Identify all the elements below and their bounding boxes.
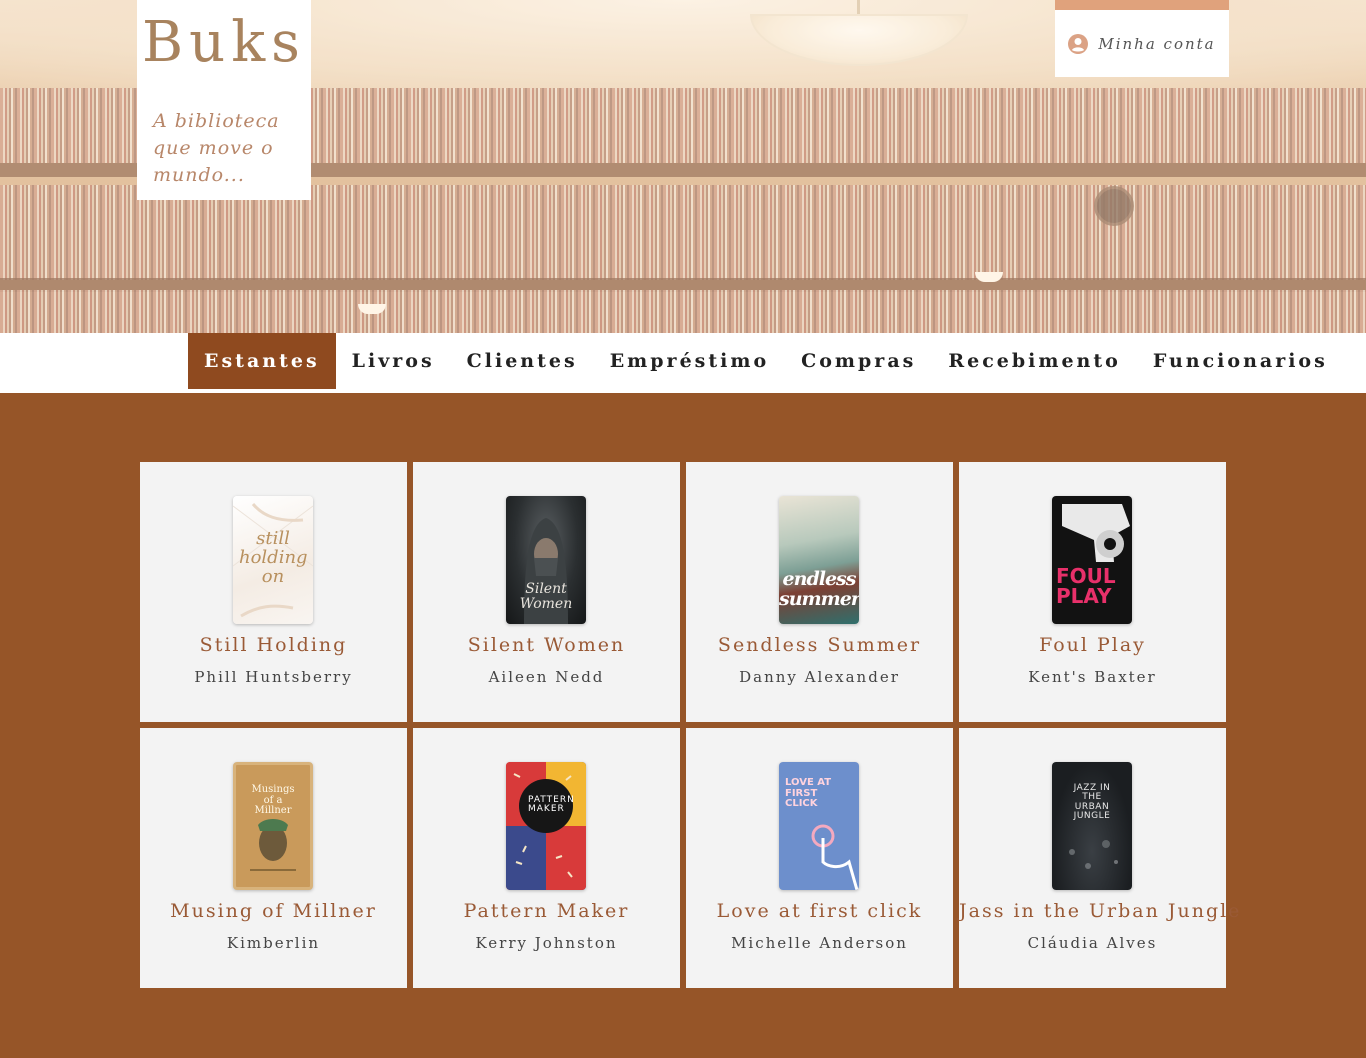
logo-card[interactable]: Buks A biblioteca que move o mundo...: [137, 0, 311, 200]
cover-title: still holding on: [239, 528, 308, 587]
book-cover: Silent Women: [506, 496, 586, 624]
book-card[interactable]: endless summer Sendless Summer Danny Ale…: [686, 462, 953, 722]
nav-item-funcionarios[interactable]: Funcionarios: [1137, 333, 1344, 389]
account-label: Minha conta: [1098, 34, 1216, 53]
book-author: Danny Alexander: [739, 668, 900, 686]
book-cover: JAZZ IN THE URBAN JUNGLE: [1052, 762, 1132, 890]
main-nav: Estantes Livros Clientes Empréstimo Comp…: [0, 333, 1366, 393]
book-title: Love at first click: [716, 900, 923, 922]
book-cover: endless summer: [779, 496, 859, 624]
book-author: Phill Huntsberry: [194, 668, 353, 686]
nav-item-emprestimo[interactable]: Empréstimo: [594, 333, 785, 389]
book-grid: still holding on Still Holding Phill Hun…: [140, 462, 1242, 988]
user-circle-icon: [1068, 33, 1089, 54]
book-cover: FOUL PLAY: [1052, 496, 1132, 624]
book-card[interactable]: Silent Women Silent Women Aileen Nedd: [413, 462, 680, 722]
book-title: Jass in the Urban Jungle: [959, 900, 1242, 922]
nav-item-livros[interactable]: Livros: [336, 333, 451, 389]
book-title: Silent Women: [467, 634, 626, 656]
book-author: Cláudia Alves: [1027, 934, 1158, 952]
nav-item-estantes[interactable]: Estantes: [188, 333, 336, 389]
cover-title: JAZZ IN THE URBAN JUNGLE: [1073, 783, 1111, 822]
book-cover: still holding on: [233, 496, 313, 624]
cover-title: FOUL PLAY: [1056, 564, 1116, 608]
book-title: Foul Play: [1039, 634, 1146, 656]
book-card[interactable]: LOVE AT FIRST CLICK Love at first click …: [686, 728, 953, 988]
account-button[interactable]: Minha conta: [1055, 0, 1229, 77]
cover-title: LOVE AT FIRST CLICK: [785, 777, 832, 809]
book-author: Michelle Anderson: [731, 934, 908, 952]
nav-item-compras[interactable]: Compras: [785, 333, 932, 389]
book-card[interactable]: FOUL PLAY Foul Play Kent's Baxter: [959, 462, 1226, 722]
nav-list: Estantes Livros Clientes Empréstimo Comp…: [188, 333, 1344, 389]
book-cover: Musings of a Millner: [233, 762, 313, 890]
book-cover: PATTERN MAKER: [506, 762, 586, 890]
pattern-icon: [506, 762, 586, 890]
book-card[interactable]: JAZZ IN THE URBAN JUNGLE Jass in the Urb…: [959, 728, 1242, 988]
book-title: Musing of Millner: [170, 900, 377, 922]
cover-title: Musings of a Millner: [251, 784, 295, 816]
logo-tagline: A biblioteca que move o mundo...: [153, 110, 280, 186]
city-lights-icon: [1069, 840, 1118, 869]
cover-title: Silent Women: [519, 581, 573, 612]
hero-banner: Buks A biblioteca que move o mundo... Mi…: [0, 0, 1366, 333]
nav-item-recebimento[interactable]: Recebimento: [932, 333, 1137, 389]
cover-title: PATTERN MAKER: [528, 795, 575, 815]
book-author: Kent's Baxter: [1028, 668, 1157, 686]
book-card[interactable]: Musings of a Millner Musing of Millner K…: [140, 728, 407, 988]
book-title: Pattern Maker: [463, 900, 630, 922]
nav-item-clientes[interactable]: Clientes: [451, 333, 594, 389]
book-title: Sendless Summer: [717, 634, 922, 656]
book-title: Still Holding: [199, 634, 348, 656]
book-card[interactable]: PATTERN MAKER Pattern Maker Kerry Johnst…: [413, 728, 680, 988]
cover-title: endless summer: [779, 568, 859, 610]
book-cover: LOVE AT FIRST CLICK: [779, 762, 859, 890]
book-author: Kimberlin: [226, 934, 321, 952]
book-card[interactable]: still holding on Still Holding Phill Hun…: [140, 462, 407, 722]
logo-title: Buks: [142, 10, 306, 75]
book-author: Kerry Johnston: [475, 934, 618, 952]
book-author: Aileen Nedd: [488, 668, 605, 686]
